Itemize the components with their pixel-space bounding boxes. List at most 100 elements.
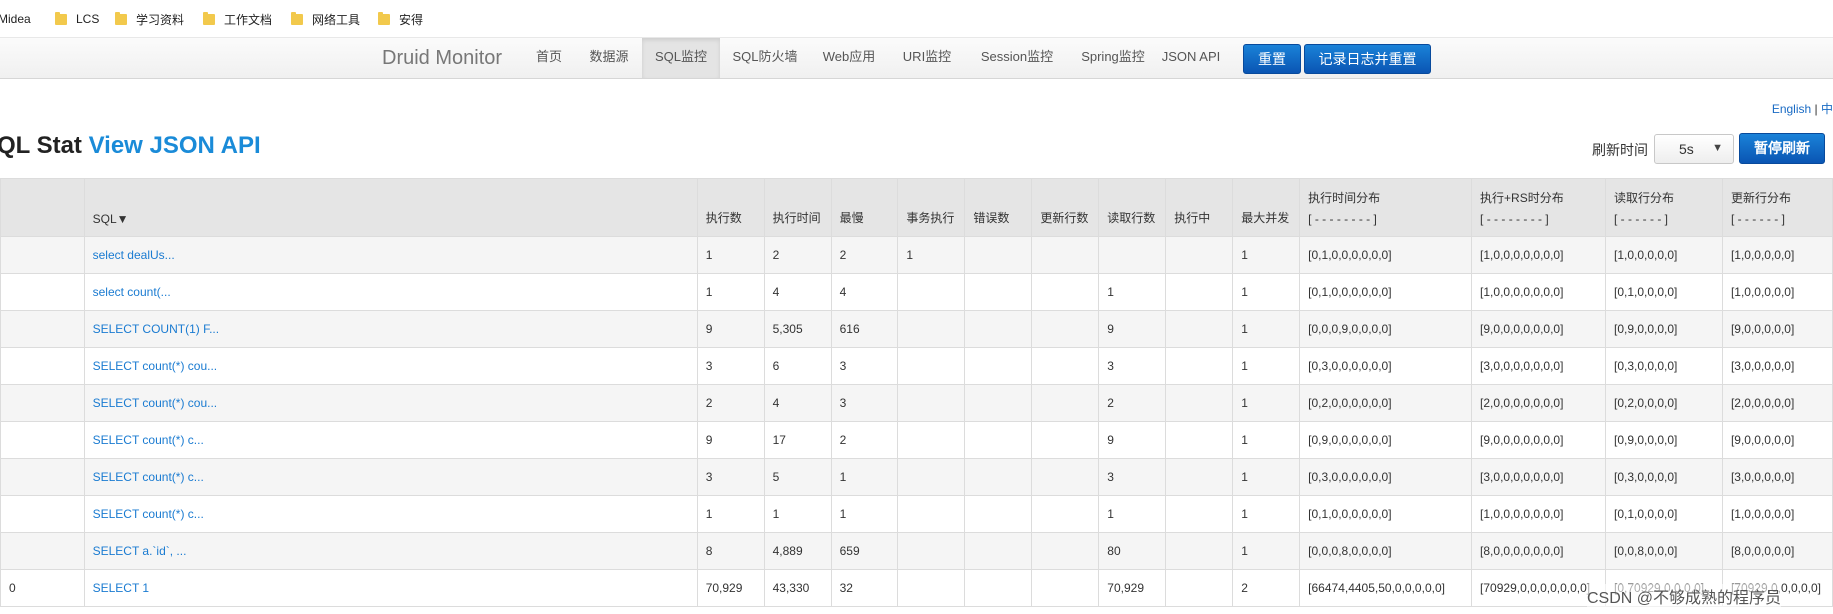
cell-update-dist: [9,0,0,0,0,0] xyxy=(1721,421,1833,459)
nav-json-api[interactable]: JSON API xyxy=(1158,38,1224,78)
nav-spring-monitor[interactable]: Spring监控 xyxy=(1068,38,1158,78)
cell-read-rows: 2 xyxy=(1098,384,1167,422)
cell-exec-count: 9 xyxy=(696,421,765,459)
cell-errors xyxy=(964,236,1033,274)
col-header-exec-rs-dist[interactable]: 执行+RS时分布 [ - - - - - - - - ] xyxy=(1471,178,1606,237)
cell-update-rows xyxy=(1031,347,1100,385)
table-row: SELECT count(*) cou... 3 6 3 3 1 [0,3,0,0,0,0,… xyxy=(0,347,1833,385)
cell-update-rows xyxy=(1031,421,1100,459)
bookmark-ande[interactable]: 安得 xyxy=(378,11,423,27)
lang-english-link[interactable]: English xyxy=(1772,102,1811,116)
sql-detail-link[interactable]: SELECT 1 xyxy=(93,581,149,595)
sql-detail-link[interactable]: SELECT count(*) cou... xyxy=(93,359,218,373)
cell-running xyxy=(1165,347,1234,385)
pause-refresh-button[interactable]: 暂停刷新 xyxy=(1739,133,1825,164)
nav-datasource[interactable]: 数据源 xyxy=(582,38,636,78)
cell-read-dist: [0,2,0,0,0,0] xyxy=(1605,384,1723,422)
cell-update-rows xyxy=(1031,495,1100,533)
bookmark-label: 工作文档 xyxy=(224,12,273,27)
cell-txn: 1 xyxy=(897,236,966,274)
col-header-read-dist[interactable]: 读取行分布 [ - - - - - - ] xyxy=(1605,178,1723,237)
col-header-max-concurrent[interactable]: 最大并发 xyxy=(1232,178,1301,237)
col-header-id xyxy=(0,178,85,237)
cell-read-rows xyxy=(1098,236,1167,274)
col-header-running[interactable]: 执行中 xyxy=(1165,178,1234,237)
cell-slowest: 616 xyxy=(830,310,899,348)
nav-uri-monitor[interactable]: URI监控 xyxy=(894,38,960,78)
nav-sql-firewall[interactable]: SQL防火墙 xyxy=(726,38,804,78)
read-dist-subtitle: [ - - - - - - ] xyxy=(1614,212,1668,226)
table-row: 0 SELECT 1 70,929 43,330 32 70,929 2 [66474,440… xyxy=(0,569,1833,607)
cell-sql: SELECT a.`id`, ... xyxy=(83,532,698,570)
cell-read-rows: 3 xyxy=(1098,458,1167,496)
cell-exec-count: 3 xyxy=(696,347,765,385)
bookmark-study[interactable]: 学习资料 xyxy=(115,11,184,27)
col-header-txn[interactable]: 事务执行 xyxy=(897,178,966,237)
col-header-exec-time[interactable]: 执行时间 xyxy=(763,178,832,237)
col-header-slowest[interactable]: 最慢 xyxy=(830,178,899,237)
folder-icon xyxy=(378,11,390,25)
col-header-sql[interactable]: SQL▼ xyxy=(83,178,698,237)
cell-exec-dist: [0,1,0,0,0,0,0,0] xyxy=(1299,273,1473,311)
cell-id xyxy=(0,384,85,422)
cell-txn xyxy=(897,310,966,348)
reset-button[interactable]: 重置 xyxy=(1243,44,1301,74)
sql-detail-link[interactable]: SELECT a.`id`, ... xyxy=(93,544,187,558)
cell-exec-time: 17 xyxy=(763,421,832,459)
refresh-interval-select[interactable]: 5s ▼ xyxy=(1654,134,1734,164)
cell-exec-rs-dist: [1,0,0,0,0,0,0,0] xyxy=(1471,495,1606,533)
nav-sql-monitor[interactable]: SQL监控 xyxy=(642,38,720,78)
nav-web-app[interactable]: Web应用 xyxy=(814,38,884,78)
cell-errors xyxy=(964,532,1033,570)
lang-chinese-link[interactable]: 中 xyxy=(1821,102,1833,116)
col-header-update-dist[interactable]: 更新行分布 [ - - - - - - ] xyxy=(1721,178,1833,237)
sql-detail-link[interactable]: select dealUs... xyxy=(93,248,175,262)
cell-errors xyxy=(964,458,1033,496)
col-header-errors[interactable]: 错误数 xyxy=(964,178,1033,237)
col-header-exec-dist[interactable]: 执行时间分布 [ - - - - - - - - ] xyxy=(1299,178,1473,237)
sql-detail-link[interactable]: SELECT count(*) cou... xyxy=(93,396,218,410)
sql-detail-link[interactable]: SELECT count(*) c... xyxy=(93,507,204,521)
cell-max-concurrent: 1 xyxy=(1232,458,1301,496)
cell-max-concurrent: 1 xyxy=(1232,273,1301,311)
bookmark-lcs[interactable]: LCS xyxy=(55,11,99,27)
cell-exec-count: 1 xyxy=(696,236,765,274)
col-header-exec-count[interactable]: 执行数 xyxy=(696,178,765,237)
brand-title[interactable]: Druid Monitor xyxy=(382,47,502,70)
bookmark-midea[interactable]: Midea xyxy=(0,11,31,27)
sql-detail-link[interactable]: SELECT count(*) c... xyxy=(93,470,204,484)
cell-update-dist: [1,0,0,0,0,0] xyxy=(1721,495,1833,533)
cell-read-dist: [0,3,0,0,0,0] xyxy=(1605,458,1723,496)
exec-rs-dist-subtitle: [ - - - - - - - - ] xyxy=(1480,212,1549,226)
sql-detail-link[interactable]: select count(... xyxy=(93,285,171,299)
cell-slowest: 3 xyxy=(830,347,899,385)
cell-update-rows xyxy=(1031,532,1100,570)
cell-running xyxy=(1165,458,1234,496)
cell-txn xyxy=(897,273,966,311)
cell-max-concurrent: 1 xyxy=(1232,347,1301,385)
cell-exec-count: 70,929 xyxy=(696,569,765,607)
col-header-update-rows[interactable]: 更新行数 xyxy=(1031,178,1100,237)
cell-slowest: 659 xyxy=(830,532,899,570)
cell-exec-time: 5 xyxy=(763,458,832,496)
bookmark-work-docs[interactable]: 工作文档 xyxy=(203,11,272,27)
view-json-api-link[interactable]: View JSON API xyxy=(89,132,261,159)
nav-session-monitor[interactable]: Session监控 xyxy=(970,38,1064,78)
cell-exec-dist: [0,9,0,0,0,0,0,0] xyxy=(1299,421,1473,459)
sql-detail-link[interactable]: SELECT COUNT(1) F... xyxy=(93,322,219,336)
cell-exec-dist: [0,0,0,9,0,0,0,0] xyxy=(1299,310,1473,348)
cell-update-rows xyxy=(1031,384,1100,422)
cell-slowest: 4 xyxy=(830,273,899,311)
cell-errors xyxy=(964,384,1033,422)
cell-exec-rs-dist: [9,0,0,0,0,0,0,0] xyxy=(1471,310,1606,348)
cell-exec-rs-dist: [2,0,0,0,0,0,0,0] xyxy=(1471,384,1606,422)
nav-home[interactable]: 首页 xyxy=(526,38,572,78)
cell-exec-rs-dist: [1,0,0,0,0,0,0,0] xyxy=(1471,273,1606,311)
col-header-read-rows[interactable]: 读取行数 xyxy=(1098,178,1167,237)
read-dist-title: 读取行分布 xyxy=(1614,191,1675,205)
log-and-reset-button[interactable]: 记录日志并重置 xyxy=(1304,44,1431,74)
cell-running xyxy=(1165,310,1234,348)
bookmark-net-tools[interactable]: 网络工具 xyxy=(291,11,360,27)
cell-errors xyxy=(964,421,1033,459)
sql-detail-link[interactable]: SELECT count(*) c... xyxy=(93,433,204,447)
